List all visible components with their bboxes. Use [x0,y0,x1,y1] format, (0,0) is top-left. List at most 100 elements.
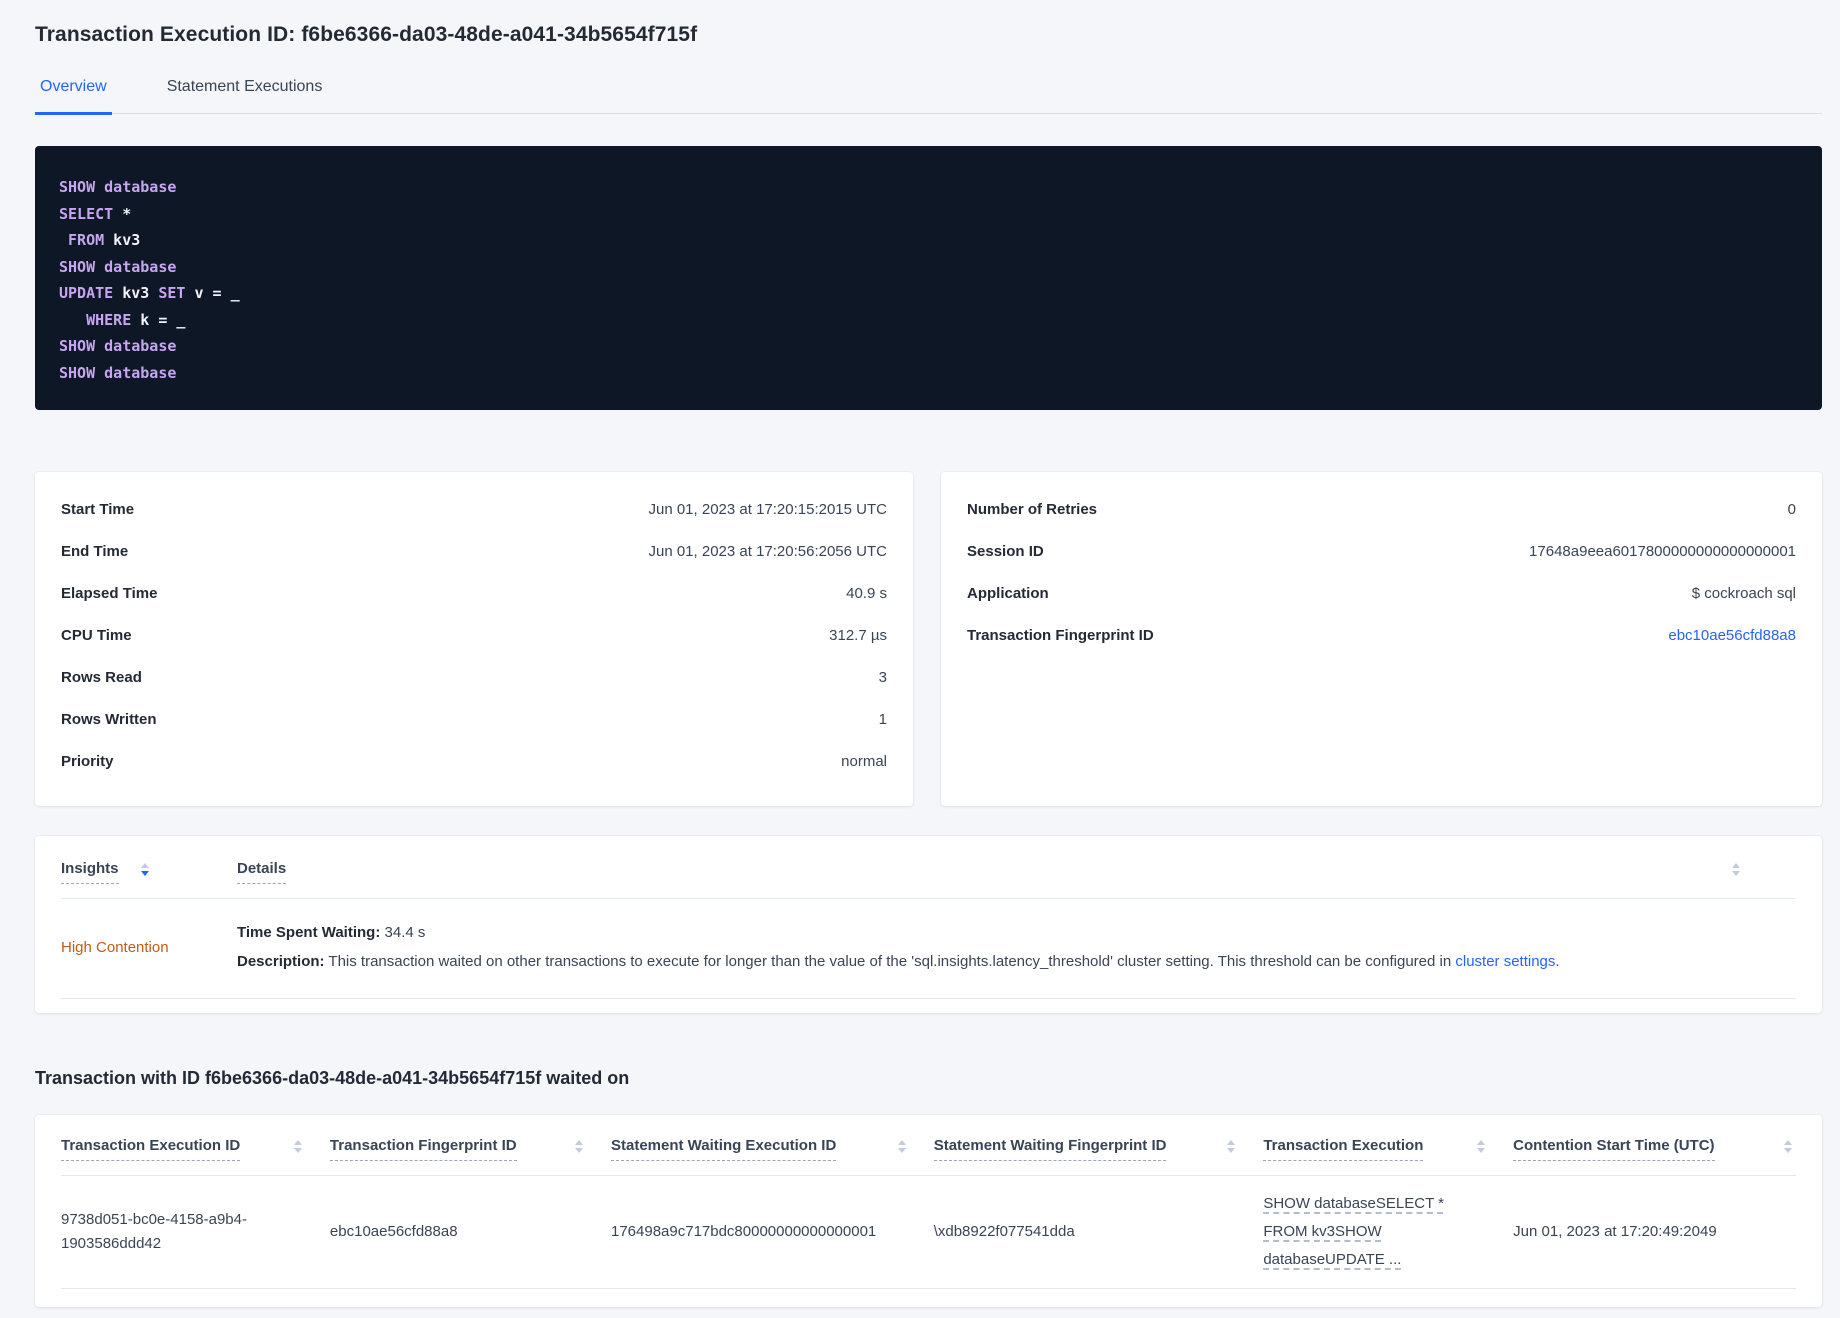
time-spent-waiting-value: 34.4 s [380,924,426,941]
summary-cards: Start Time Jun 01, 2023 at 17:20:15:2015… [35,472,1822,806]
session-id-value: 17648a9eea6017800000000000000001 [1529,543,1796,560]
rows-read-value: 3 [878,669,887,686]
details-column-header: Details [237,860,287,884]
elapsed-time-value: 40.9 s [846,585,887,602]
cell-transaction-execution: SHOW databaseSELECT * FROM kv3SHOW datab… [1263,1190,1513,1274]
waited-on-table-card: Transaction Execution ID Transaction Fin… [35,1115,1822,1307]
transaction-fingerprint-link[interactable]: ebc10ae56cfd88a8 [1668,628,1796,644]
waited-on-section-title: Transaction with ID f6be6366-da03-48de-a… [35,1068,630,1088]
rows-written-label: Rows Written [61,711,157,728]
sort-icon[interactable] [897,1140,906,1153]
session-id-label: Session ID [967,543,1044,560]
insights-table-header: Insights Details [61,836,1796,899]
insights-table-card: Insights Details High Contention Time Sp… [35,836,1822,1013]
sql-line: FROM kv3 [68,231,141,249]
time-spent-waiting-label: Time Spent Waiting: [237,924,381,941]
cpu-time-row: CPU Time 312.7 µs [61,628,887,644]
time-spent-waiting-line: Time Spent Waiting: 34.4 s [237,923,1796,943]
application-value: $ cockroach sql [1691,585,1796,602]
col-header-transaction-fingerprint-id: Transaction Fingerprint ID [329,1137,611,1161]
statement-waiting-execution-id-label[interactable]: Statement Waiting Execution ID [610,1137,837,1161]
description-line: Description: This transaction waited on … [237,952,1796,972]
cell-transaction-execution-id: 9738d051-bc0e-4158-a9b4-1903586ddd42 [61,1208,330,1256]
page-title: Transaction Execution ID: f6be6366-da03-… [35,23,698,46]
retries-row: Number of Retries 0 [967,502,1796,518]
priority-label: Priority [61,753,114,770]
sort-icon[interactable] [293,1140,302,1153]
tab-overview[interactable]: Overview [35,77,112,115]
execution-summary-card: Start Time Jun 01, 2023 at 17:20:15:2015… [35,472,913,806]
tab-statement-executions[interactable]: Statement Executions [162,77,328,113]
transaction-fingerprint-label: Transaction Fingerprint ID [967,627,1154,644]
sql-line: SHOW database [59,178,177,196]
sort-icon[interactable] [140,863,149,876]
transaction-fingerprint-id-label[interactable]: Transaction Fingerprint ID [329,1137,517,1161]
contention-start-time-value: Jun 01, 2023 at 17:20:49:2049 [1513,1223,1717,1240]
statement-waiting-execution-id: 176498a9c717bdc80000000000000001 [610,1223,877,1240]
sort-icon[interactable] [1477,1140,1486,1153]
sql-statements-box: SHOW database SELECT * FROM kv3 SHOW datab… [35,146,1822,410]
sort-icon[interactable] [1227,1140,1236,1153]
statement-waiting-fingerprint-id: \xdb8922f077541dda [933,1223,1075,1240]
description-suffix: . [1555,953,1560,970]
sql-line: SELECT * [59,204,132,223]
statement-waiting-fingerprint-id-label[interactable]: Statement Waiting Fingerprint ID [933,1137,1167,1161]
cell-statement-waiting-execution-id: 176498a9c717bdc80000000000000001 [611,1220,934,1244]
transaction-execution-statements-link[interactable]: SHOW databaseSELECT * FROM kv3SHOW datab… [1263,1190,1468,1274]
col-header-statement-waiting-execution-id: Statement Waiting Execution ID [610,1137,934,1161]
rows-written-value: 1 [878,711,887,728]
session-summary-card: Number of Retries 0 Session ID 17648a9ee… [941,472,1822,806]
sql-line: SHOW database [59,257,177,276]
elapsed-time-label: Elapsed Time [61,585,158,602]
sql-line: SHOW database [59,337,177,355]
sql-line: WHERE k = _ [86,310,186,329]
cell-statement-waiting-fingerprint-id: \xdb8922f077541dda [934,1220,1264,1244]
transaction-execution-id-label[interactable]: Transaction Execution ID [61,1137,241,1161]
end-time-row: End Time Jun 01, 2023 at 17:20:56:2056 U… [61,544,887,560]
col-header-statement-waiting-fingerprint-id: Statement Waiting Fingerprint ID [933,1137,1264,1161]
sort-icon[interactable] [574,1140,583,1153]
cpu-time-value: 312.7 µs [829,627,887,644]
contention-start-time-label[interactable]: Contention Start Time (UTC) [1513,1137,1715,1161]
sql-line: SHOW database [59,363,177,382]
transaction-execution-label[interactable]: Transaction Execution [1263,1137,1424,1161]
priority-row: Priority normal [61,754,887,770]
rows-read-label: Rows Read [61,669,142,686]
start-time-value: Jun 01, 2023 at 17:20:15:2015 UTC [648,501,887,518]
cell-transaction-fingerprint-id: ebc10ae56cfd88a8 [330,1220,611,1244]
insight-type-label: High Contention [61,939,169,956]
priority-value: normal [841,753,887,770]
start-time-row: Start Time Jun 01, 2023 at 17:20:15:2015… [61,502,887,518]
insights-column-header: Insights [61,860,237,884]
sort-icon[interactable] [1783,1140,1792,1153]
tab-bar: Overview Statement Executions [35,77,1822,115]
details-column-label[interactable]: Details [237,860,287,884]
waited-on-table-header: Transaction Execution ID Transaction Fin… [61,1115,1796,1176]
insight-row: High Contention Time Spent Waiting: 34.4… [61,899,1796,999]
cluster-settings-link[interactable]: cluster settings [1455,953,1555,970]
retries-value: 0 [1787,501,1796,518]
col-header-transaction-execution-id: Transaction Execution ID [61,1137,330,1161]
cpu-time-label: CPU Time [61,627,132,644]
col-header-transaction-execution: Transaction Execution [1263,1137,1513,1161]
application-label: Application [967,585,1049,602]
elapsed-time-row: Elapsed Time 40.9 s [61,586,887,602]
session-id-row: Session ID 17648a9eea6017800000000000000… [967,544,1796,560]
cell-contention-start-time: Jun 01, 2023 at 17:20:49:2049 [1513,1220,1796,1244]
insight-details: Time Spent Waiting: 34.4 s Description: … [237,923,1796,972]
table-row: 9738d051-bc0e-4158-a9b4-1903586ddd42 ebc… [61,1176,1796,1289]
transaction-fingerprint-row: Transaction Fingerprint ID ebc10ae56cfd8… [967,628,1796,644]
application-row: Application $ cockroach sql [967,586,1796,602]
end-time-value: Jun 01, 2023 at 17:20:56:2056 UTC [648,543,887,560]
description-label: Description: [237,953,325,970]
start-time-label: Start Time [61,501,135,518]
retries-label: Number of Retries [967,501,1098,518]
end-time-label: End Time [61,543,129,560]
transaction-details-page: Transaction Execution ID: f6be6366-da03-… [0,22,1840,1307]
rows-written-row: Rows Written 1 [61,712,887,728]
insights-column-label[interactable]: Insights [61,860,119,884]
waiting-transaction-execution-id: 9738d051-bc0e-4158-a9b4-1903586ddd42 [61,1211,247,1252]
sql-line: UPDATE kv3 SET v = _ [59,284,240,302]
col-header-contention-start-time: Contention Start Time (UTC) [1513,1137,1796,1161]
sort-icon[interactable] [1732,863,1740,876]
